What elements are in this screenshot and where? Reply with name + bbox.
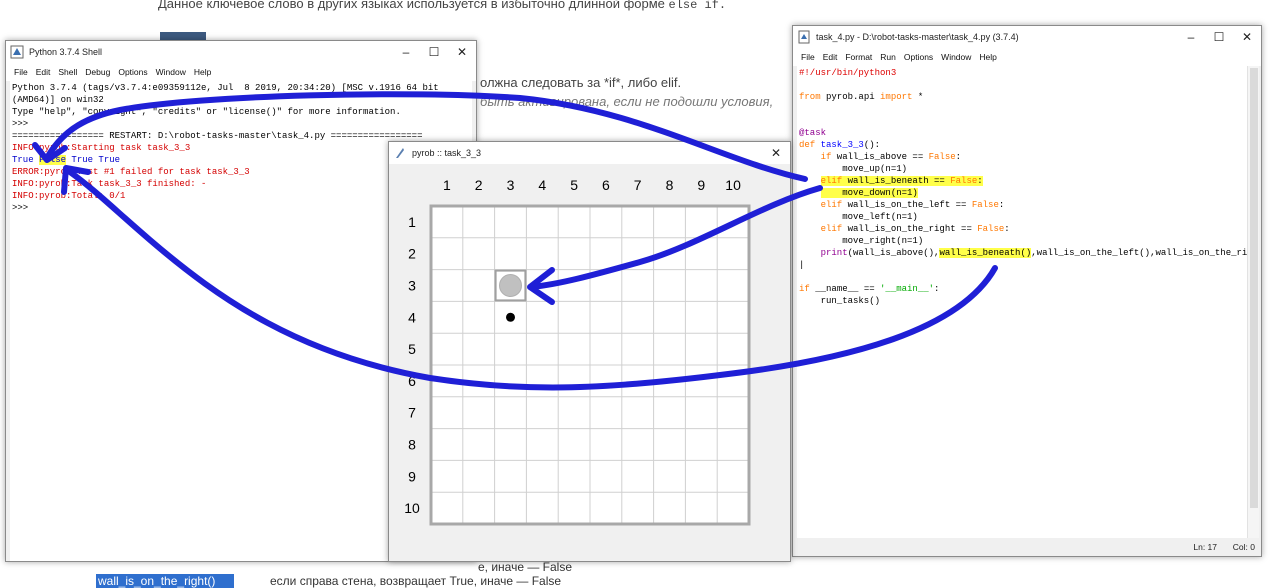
editor-scrollbar[interactable] bbox=[1247, 66, 1259, 538]
shell-titlebar[interactable]: Python 3.7.4 Shell – ☐ ✕ bbox=[6, 41, 476, 63]
code-line-if: if wall_is_above == False: bbox=[799, 152, 962, 162]
code-editor[interactable]: #!/usr/bin/python3​from pyrob.api import… bbox=[797, 66, 1247, 538]
bg-text-line: олжна следовать за *if*, либо elif. bbox=[480, 75, 682, 90]
code-line-decorator: @task bbox=[799, 128, 827, 138]
shell-line: Type "help", "copyright", "credits" or "… bbox=[12, 107, 401, 117]
menu-edit[interactable]: Edit bbox=[823, 52, 838, 62]
minimize-button[interactable]: – bbox=[1177, 26, 1205, 48]
editor-title: task_4.py - D:\robot-tasks-master\task_4… bbox=[816, 32, 1019, 42]
editor-menubar: File Edit Format Run Options Window Help bbox=[793, 48, 1261, 66]
code-line-run: run_tasks() bbox=[799, 296, 881, 306]
column-label: 1 bbox=[443, 177, 451, 193]
desktop: Данное ключевое слово в других языках ис… bbox=[0, 0, 1280, 588]
menu-file[interactable]: File bbox=[801, 52, 815, 62]
row-label: 2 bbox=[408, 246, 416, 262]
code-line-shebang: #!/usr/bin/python3 bbox=[799, 68, 897, 78]
editor-window[interactable]: task_4.py - D:\robot-tasks-master\task_4… bbox=[792, 25, 1262, 557]
bg-text-bottom: е, иначе — False bbox=[478, 560, 573, 574]
bg-selected-function[interactable]: wall_is_on_the_right() bbox=[96, 574, 234, 588]
minimize-button[interactable]: – bbox=[392, 41, 420, 63]
row-label: 9 bbox=[408, 468, 416, 484]
robot-field: 1 2 3 4 5 6 7 8 9 10 1 2 3 4 5 6 7 8 9 10 bbox=[389, 164, 790, 561]
row-label: 10 bbox=[404, 500, 420, 516]
code-line-main: if __name__ == '__main__': bbox=[799, 284, 940, 294]
shell-title: Python 3.7.4 Shell bbox=[29, 47, 103, 57]
column-label: 3 bbox=[507, 177, 515, 193]
highlighted-false-value: False bbox=[39, 155, 67, 165]
code-line-elif-left: elif wall_is_on_the_left == False: bbox=[799, 200, 1005, 210]
menu-window[interactable]: Window bbox=[941, 52, 971, 62]
shell-line: (AMD64)] on win32 bbox=[12, 95, 104, 105]
feather-icon bbox=[396, 148, 404, 158]
menu-window[interactable]: Window bbox=[156, 67, 186, 77]
row-label: 3 bbox=[408, 278, 416, 294]
highlighted-wall-is-beneath: wall_is_beneath() bbox=[939, 248, 1032, 258]
column-label: 7 bbox=[634, 177, 642, 193]
code-line-elif-beneath: elif wall_is_beneath == False: bbox=[820, 176, 983, 186]
menu-help[interactable]: Help bbox=[194, 67, 211, 77]
code-line-import: from pyrob.api import * bbox=[799, 92, 924, 102]
code-line-move-up: move_up(n=1) bbox=[799, 164, 908, 174]
code-line-elif-right: elif wall_is_on_the_right == False: bbox=[799, 224, 1010, 234]
maximize-button[interactable]: ☐ bbox=[420, 41, 448, 63]
pyrob-titlebar[interactable]: pyrob :: task_3_3 ✕ bbox=[389, 142, 790, 164]
close-button[interactable]: ✕ bbox=[1233, 26, 1261, 48]
row-label: 4 bbox=[408, 309, 416, 325]
row-label: 8 bbox=[408, 437, 416, 453]
bg-text-line-italic: быть активирована, если не подошли услов… bbox=[480, 94, 774, 109]
row-label: 1 bbox=[408, 214, 416, 230]
scrollbar-thumb[interactable] bbox=[1250, 68, 1258, 508]
menu-file[interactable]: File bbox=[14, 67, 28, 77]
marker-dot bbox=[506, 312, 515, 322]
menu-options[interactable]: Options bbox=[904, 52, 933, 62]
row-label: 5 bbox=[408, 341, 416, 357]
code-line-print: print(wall_is_above(),wall_is_beneath(),… bbox=[799, 248, 1247, 258]
status-col: Col: 0 bbox=[1232, 542, 1255, 552]
menu-shell[interactable]: Shell bbox=[58, 67, 77, 77]
menu-edit[interactable]: Edit bbox=[36, 67, 51, 77]
column-label: 6 bbox=[602, 177, 610, 193]
row-label: 6 bbox=[408, 373, 416, 389]
editor-statusbar: Ln: 17 Col: 0 bbox=[793, 538, 1261, 556]
menu-format[interactable]: Format bbox=[845, 52, 872, 62]
shell-menubar: File Edit Shell Debug Options Window Hel… bbox=[6, 63, 476, 81]
menu-debug[interactable]: Debug bbox=[85, 67, 110, 77]
close-button[interactable]: ✕ bbox=[762, 142, 790, 164]
bg-heading: Данное ключевое слово в других языках ис… bbox=[158, 0, 727, 12]
bg-text-bottom-2: если справа стена, возвращает True, инач… bbox=[270, 574, 562, 588]
status-line: Ln: 17 bbox=[1193, 542, 1217, 552]
robot-grid: 1 2 3 4 5 6 7 8 9 10 1 2 3 4 5 6 7 8 9 10 bbox=[404, 177, 751, 526]
column-label: 9 bbox=[697, 177, 705, 193]
column-label: 2 bbox=[475, 177, 483, 193]
menu-options[interactable]: Options bbox=[118, 67, 147, 77]
python-file-icon bbox=[798, 30, 810, 44]
python-idle-icon bbox=[10, 45, 24, 59]
column-label: 5 bbox=[570, 177, 578, 193]
column-label: 10 bbox=[725, 177, 741, 193]
code-line-move-left: move_left(n=1) bbox=[799, 212, 918, 222]
editor-titlebar[interactable]: task_4.py - D:\robot-tasks-master\task_4… bbox=[793, 26, 1261, 48]
pyrob-window[interactable]: pyrob :: task_3_3 ✕ 1 2 3 4 5 6 7 8 9 10 1 2 3 4 5 6 7 8 9… bbox=[388, 141, 791, 562]
menu-run[interactable]: Run bbox=[880, 52, 896, 62]
pyrob-title: pyrob :: task_3_3 bbox=[412, 148, 482, 158]
text-cursor-line: | bbox=[799, 260, 805, 270]
column-label: 8 bbox=[666, 177, 674, 193]
code-line-def: def task_3_3(): bbox=[799, 140, 881, 150]
shell-prompt: >>> bbox=[12, 119, 34, 129]
shell-line: Python 3.7.4 (tags/v3.7.4:e09359112e, Ju… bbox=[12, 83, 439, 93]
menu-help[interactable]: Help bbox=[979, 52, 996, 62]
close-button[interactable]: ✕ bbox=[448, 41, 476, 63]
code-line-move-right: move_right(n=1) bbox=[799, 236, 924, 246]
maximize-button[interactable]: ☐ bbox=[1205, 26, 1233, 48]
robot-icon bbox=[499, 274, 522, 297]
column-label: 4 bbox=[538, 177, 546, 193]
code-line-move-down: move_down(n=1) bbox=[820, 188, 918, 198]
row-label: 7 bbox=[408, 405, 416, 421]
